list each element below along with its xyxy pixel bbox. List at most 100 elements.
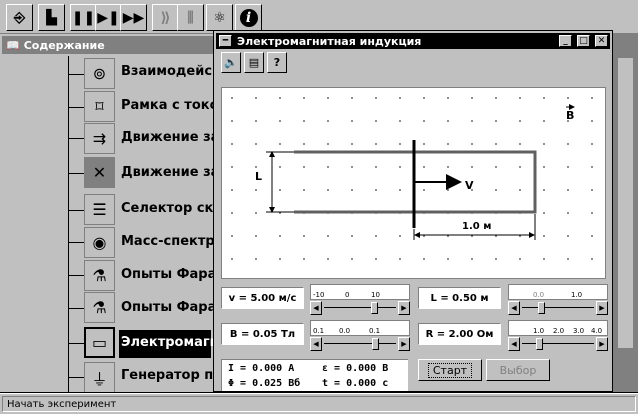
electromagnetic-induction-icon: ▭ (84, 327, 115, 358)
faraday-experiment-icon: ⚗ (84, 260, 115, 291)
tree-branch (68, 210, 84, 211)
sidebar-item-4[interactable]: Селектор ско (121, 201, 213, 216)
distance-label: 1.0 м (462, 221, 492, 232)
record-icon[interactable]: ⫼ (177, 4, 204, 31)
close-icon[interactable]: ✕ (595, 35, 608, 47)
arrow-left-icon[interactable]: ◀ (310, 301, 322, 315)
status-text: Начать эксперимент (2, 396, 636, 412)
length-slider[interactable]: 0.0 1.0 ◀ ▶ (508, 284, 608, 317)
contents-title-bar: 📖 Содержание (2, 36, 213, 54)
slider-groove (522, 343, 594, 344)
resistance-slider[interactable]: 1.0 2.0 3.0 4.0 ◀ ▶ (508, 320, 608, 353)
resistance-scale: 1.0 2.0 3.0 4.0 (508, 320, 608, 336)
contents-title: Содержание (23, 38, 105, 52)
status-bar: Начать эксперимент (0, 393, 638, 414)
arrow-right-icon[interactable]: ▶ (398, 301, 410, 315)
faraday-experiment-icon: ⚗ (84, 292, 115, 323)
atom-icon[interactable]: ⚛ (206, 4, 233, 31)
maximize-icon[interactable]: □ (577, 35, 590, 47)
pause-icon[interactable]: ❚❚ (70, 4, 97, 31)
tree-branch (68, 275, 84, 276)
arrow-left-icon[interactable]: ◀ (310, 337, 322, 351)
arrow-right-icon[interactable]: ▶ (596, 301, 608, 315)
induction-slider[interactable]: 0.1 0.0 0.1 ◀ ▶ (310, 320, 410, 353)
sidebar-item-3[interactable]: Движение за (121, 165, 213, 180)
sidebar-item-2[interactable]: Движение за (121, 130, 213, 145)
system-menu-icon[interactable]: ━ (219, 35, 232, 47)
velocity-scale: -10 0 10 (310, 284, 410, 300)
emf-readout: ε = 0.000 В (322, 363, 389, 374)
sidebar-item-0[interactable]: Взаимодейс (121, 64, 212, 79)
scale-label: 0.1 (369, 327, 381, 335)
exit-icon[interactable]: ⎆ (6, 4, 33, 31)
sidebar-item-7[interactable]: Опыты Фара (121, 300, 213, 315)
help-icon[interactable]: ? (267, 52, 287, 73)
velocity-selector-icon: ☰ (84, 194, 115, 225)
arrow-right-icon[interactable]: ▶ (398, 337, 410, 351)
induction-field: B = 0.05 Тл (221, 323, 304, 345)
slider-groove (324, 307, 396, 308)
minimize-icon[interactable]: _ (559, 35, 572, 47)
sidebar-item-8[interactable]: Электромагн (121, 335, 213, 350)
length-track[interactable]: ◀ ▶ (508, 301, 608, 315)
tree-branch (68, 242, 84, 243)
scale-label: 1.0 (571, 291, 583, 299)
induction-scale: 0.1 0.0 0.1 (310, 320, 410, 336)
scale-label: 4.0 (591, 327, 603, 335)
scale-label: 0 (345, 291, 350, 299)
sidebar-item-9[interactable]: Генератор п (121, 368, 213, 383)
start-button[interactable]: Старт (418, 359, 482, 381)
fast-forward-icon[interactable]: ▶▶ (120, 4, 147, 31)
tree-branch (68, 74, 84, 75)
scale-label: 0.0 (533, 291, 545, 299)
tree-branch (68, 343, 84, 344)
sidebar-item-1[interactable]: Рамка с токо (121, 98, 213, 113)
tree-branch (68, 138, 84, 139)
magnetic-orbit-icon: ✕ (84, 157, 115, 188)
arrow-left-icon[interactable]: ◀ (508, 301, 520, 315)
main-toolbar: ⎆ ▙ ❚❚ ▶❚ ▶▶ ⟫ ⫼ ⚛ i (0, 0, 638, 34)
slider-groove (522, 307, 594, 308)
scale-label: 0.1 (313, 327, 325, 335)
rewind-icon[interactable]: ⟫ (152, 4, 179, 31)
length-field: L = 0.50 м (418, 287, 501, 309)
tree-branch (68, 377, 84, 378)
slider-thumb[interactable] (536, 338, 543, 350)
slider-thumb[interactable] (371, 302, 378, 314)
slider-thumb[interactable] (372, 338, 379, 350)
sound-icon[interactable]: 🔈 (221, 52, 241, 73)
scale-label: 10 (371, 291, 380, 299)
document-icon[interactable]: ▤ (244, 52, 264, 73)
scrollbar[interactable] (617, 58, 633, 348)
resistance-field: R = 2.00 Ом (418, 323, 501, 345)
velocity-slider[interactable]: -10 0 10 ◀ ▶ (310, 284, 410, 317)
sidebar-item-5[interactable]: Масс-спектр (121, 234, 213, 249)
velocity-field: v = 5.00 м/с (221, 287, 304, 309)
readout-panel: I = 0.000 A ε = 0.000 В Φ = 0.025 Вб t =… (221, 359, 408, 391)
tree-branch (68, 173, 84, 174)
slider-groove (324, 343, 396, 344)
resistance-track[interactable]: ◀ ▶ (508, 337, 608, 351)
info-icon[interactable]: i (235, 4, 262, 31)
length-scale: 0.0 1.0 (508, 284, 608, 300)
graph-icon[interactable]: ▙ (38, 4, 65, 31)
choose-button[interactable]: Выбор (486, 359, 550, 381)
generator-icon: ⏚ (84, 362, 115, 392)
simulation-drawing (222, 88, 605, 278)
current-readout: I = 0.000 A (228, 363, 295, 374)
rings-icon: ⊚ (84, 58, 115, 89)
tree-branch (68, 308, 84, 309)
scale-label: -10 (313, 291, 325, 299)
arrow-right-icon[interactable]: ▶ (596, 337, 608, 351)
current-frame-icon: ⌑ (84, 91, 115, 122)
window-title-bar[interactable]: ━ Электромагнитная индукция _ □ ✕ (216, 33, 610, 49)
step-icon[interactable]: ▶❚ (95, 4, 122, 31)
induction-track[interactable]: ◀ ▶ (310, 337, 410, 351)
arrow-left-icon[interactable]: ◀ (508, 337, 520, 351)
tree-branch (68, 107, 84, 108)
sidebar-item-6[interactable]: Опыты Фара (121, 267, 213, 282)
window-title: Электромагнитная индукция (237, 34, 422, 48)
scale-label: 3.0 (573, 327, 585, 335)
slider-thumb[interactable] (538, 302, 545, 314)
velocity-track[interactable]: ◀ ▶ (310, 301, 410, 315)
